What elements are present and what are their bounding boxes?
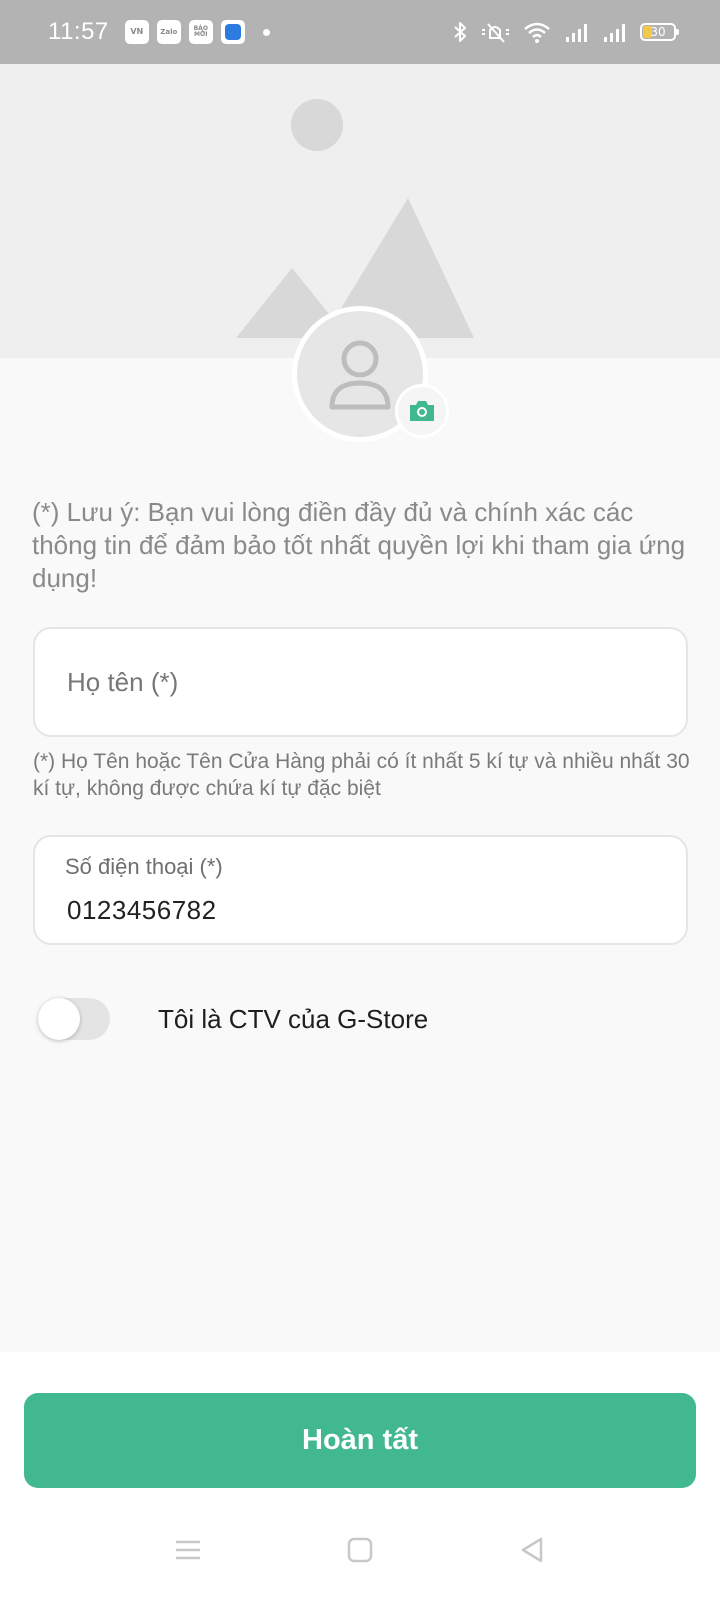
name-hint: (*) Họ Tên hoặc Tên Cửa Hàng phải có ít …: [33, 750, 690, 800]
signal-2-icon: [604, 24, 625, 42]
ctv-toggle[interactable]: [38, 998, 110, 1040]
user-icon: [329, 340, 391, 410]
ctv-toggle-label: Tôi là CTV của G-Store: [158, 1004, 429, 1034]
ctv-toggle-knob: [38, 998, 80, 1040]
recent-apps-button[interactable]: [168, 1530, 208, 1570]
bluetooth-icon: [454, 22, 466, 42]
vn-express-app-icon: VN: [124, 20, 149, 44]
bao-moi-app-icon: BÁO MỚI: [188, 20, 213, 44]
form-note: (*) Lưu ý: Bạn vui lòng điền đầy đủ và c…: [32, 497, 686, 593]
status-bar: 11:57 VN Zalo BÁO MỚI 30: [0, 0, 720, 64]
more-notifications-dot: [262, 28, 270, 36]
home-button[interactable]: [340, 1530, 380, 1570]
name-field[interactable]: Họ tên (*): [33, 627, 688, 737]
battery-icon: 30: [640, 23, 679, 41]
signal-1-icon: [566, 24, 587, 42]
phone-field[interactable]: Số điện thoại (*) 0123456782: [33, 835, 688, 945]
back-triangle-icon: [521, 1537, 543, 1563]
back-button[interactable]: [512, 1530, 552, 1570]
mute-icon: [482, 23, 509, 43]
camera-icon: [410, 401, 434, 421]
done-button[interactable]: Hoàn tất: [24, 1393, 696, 1488]
home-square-icon: [347, 1537, 373, 1563]
status-indicators: 30: [452, 0, 679, 64]
blue-app-icon: [220, 20, 245, 44]
notification-icons: VN Zalo BÁO MỚI: [124, 20, 270, 44]
menu-icon: [176, 1540, 200, 1560]
change-avatar-button[interactable]: [395, 384, 449, 438]
wifi-icon: [524, 22, 550, 43]
name-field-placeholder: Họ tên (*): [67, 667, 179, 697]
battery-level: 30: [650, 25, 666, 39]
image-placeholder-icon: [236, 99, 474, 338]
zalo-app-icon: Zalo: [156, 20, 181, 44]
system-nav-bar: [0, 1520, 720, 1600]
phone-field-value: 0123456782: [67, 895, 217, 925]
phone-field-label: Số điện thoại (*): [65, 854, 223, 879]
status-time: 11:57: [48, 18, 109, 45]
